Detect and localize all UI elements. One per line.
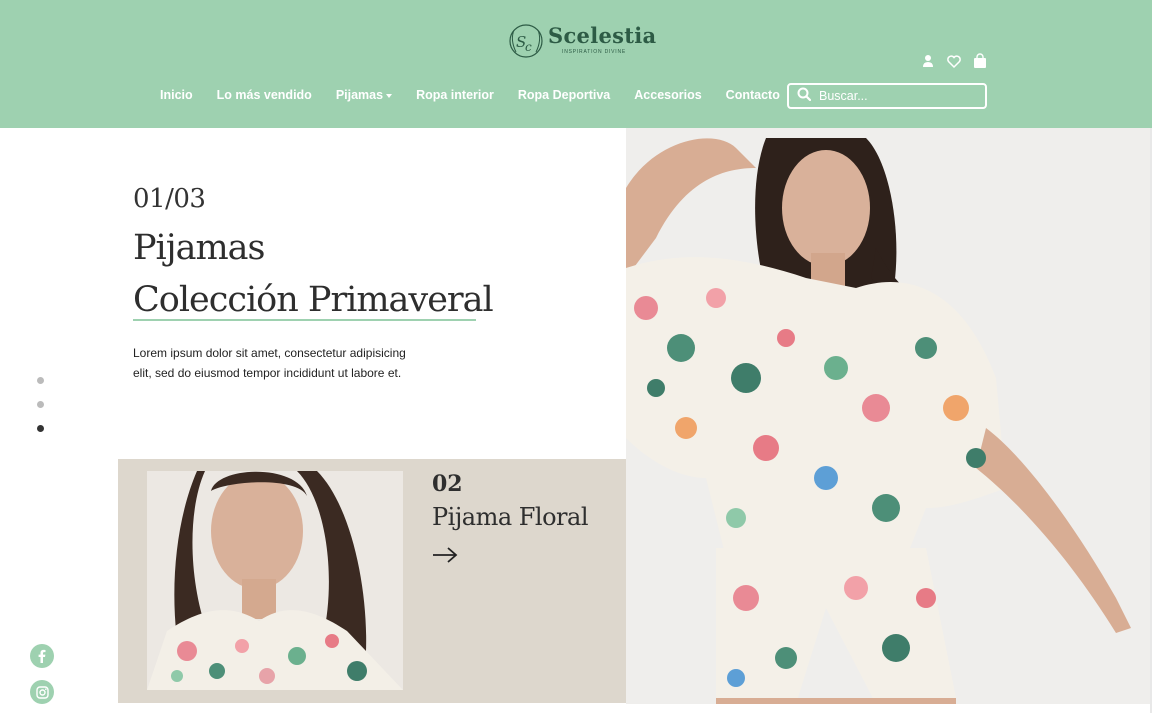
site-header: S c Scelestia INSPIRATION DIVINE Inicio … <box>0 0 1152 128</box>
feature-number: 02 <box>432 471 463 497</box>
user-icon[interactable] <box>920 53 936 69</box>
feature-title[interactable]: Pijama Floral <box>432 503 589 531</box>
search-icon[interactable] <box>797 87 812 106</box>
nav-item-contacto[interactable]: Contacto <box>726 88 780 102</box>
search-input[interactable] <box>819 89 969 103</box>
svg-text:c: c <box>525 40 532 54</box>
facebook-icon[interactable] <box>30 644 54 668</box>
brand-name: Scelestia <box>548 23 657 48</box>
brand-tagline: INSPIRATION DIVINE <box>562 49 627 55</box>
shopping-bag-icon[interactable] <box>972 53 988 69</box>
slider-dot-1[interactable] <box>37 377 44 384</box>
slider-dot-2[interactable] <box>37 401 44 408</box>
hero-title-line1: Pijamas <box>133 228 265 268</box>
feature-product-photo[interactable] <box>147 471 403 690</box>
caret-down-icon <box>386 93 393 98</box>
arrow-right-icon[interactable] <box>432 545 458 570</box>
brand-logo[interactable]: S c Scelestia INSPIRATION DIVINE <box>508 20 656 60</box>
slide-counter: 01/03 <box>133 184 206 214</box>
header-actions <box>920 53 988 69</box>
hero-model-photo <box>626 128 1151 704</box>
heart-icon[interactable] <box>946 53 962 69</box>
logo-monogram-icon: S c <box>508 20 544 60</box>
main-nav: Inicio Lo más vendido Pijamas Ropa inter… <box>160 88 804 102</box>
nav-item-accesorios[interactable]: Accesorios <box>634 88 701 102</box>
nav-item-pijamas[interactable]: Pijamas <box>335 88 393 102</box>
nav-item-pijamas-label: Pijamas <box>335 88 384 102</box>
nav-item-ropa-interior[interactable]: Ropa interior <box>416 88 494 102</box>
hero-description: Lorem ipsum dolor sit amet, consectetur … <box>133 346 406 380</box>
nav-item-ropa-deportiva[interactable]: Ropa Deportiva <box>518 88 610 102</box>
slider-dots <box>37 377 44 449</box>
nav-item-lo-mas-vendido[interactable]: Lo más vendido <box>217 88 312 102</box>
search-box[interactable] <box>787 83 987 109</box>
nav-item-inicio[interactable]: Inicio <box>160 88 193 102</box>
instagram-icon[interactable] <box>30 680 54 704</box>
social-links <box>30 644 54 713</box>
title-underline <box>133 319 476 321</box>
slider-dot-3[interactable] <box>37 425 44 432</box>
hero-title: Pijamas Colección Primaveral <box>133 222 494 326</box>
feature-card[interactable]: 02 Pijama Floral <box>118 459 626 703</box>
